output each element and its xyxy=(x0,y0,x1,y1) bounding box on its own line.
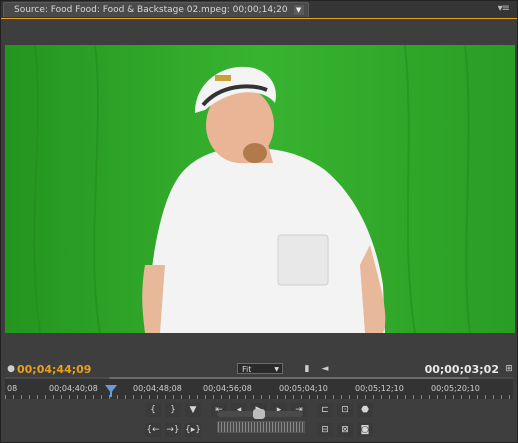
goto-out-point-button[interactable]: →} xyxy=(165,423,181,437)
marker-dot-icon: ● xyxy=(7,364,15,374)
video-viewer xyxy=(5,45,515,333)
duration-timecode: 00;00;03;02 xyxy=(424,363,499,376)
tab-source[interactable]: Source: Food Food: Food & Backstage 02.m… xyxy=(3,2,309,17)
shuttle-slider[interactable] xyxy=(217,409,303,419)
chevron-down-icon: ▼ xyxy=(274,366,279,373)
video-frame-image xyxy=(5,45,515,333)
panel-tab-bar: Source: Food Food: Food & Backstage 02.m… xyxy=(1,1,517,19)
settings-icon[interactable]: ⊞ xyxy=(503,363,515,375)
zoom-select[interactable]: Fit ▼ xyxy=(237,363,283,374)
insert-button[interactable]: ⊏ xyxy=(317,403,333,417)
goto-in-point-button[interactable]: {← xyxy=(145,423,161,437)
time-ruler[interactable]: 08 00;04;40;08 00;04;48;08 00;04;56;08 0… xyxy=(5,379,513,399)
camera-icon[interactable]: ◙ xyxy=(357,423,373,437)
play-in-to-out-button[interactable]: {▸} xyxy=(185,423,201,437)
panel-menu-icon[interactable]: ▾≡ xyxy=(498,3,510,14)
playhead[interactable] xyxy=(105,385,117,397)
ruler-label: 00;04;56;08 xyxy=(203,384,252,393)
ruler-label: 00;05;20;10 xyxy=(431,384,480,393)
extract-button[interactable]: ⊠ xyxy=(337,423,353,437)
ruler-labels: 08 00;04;40;08 00;04;48;08 00;04;56;08 0… xyxy=(5,384,513,394)
chevron-down-icon[interactable]: ▼ xyxy=(293,5,304,15)
mark-out-button[interactable]: } xyxy=(165,403,181,417)
ruler-label: 00;04;48;08 xyxy=(133,384,182,393)
timecode-row: ● 00;04;44;09 Fit ▼ ▮ ◄ 00;00;03;02 ⊞ xyxy=(1,359,517,379)
film-icon[interactable]: ▮ xyxy=(301,363,313,375)
mark-in-button[interactable]: { xyxy=(145,403,161,417)
overlay-button[interactable]: ⊡ xyxy=(337,403,353,417)
source-monitor-panel: Source: Food Food: Food & Backstage 02.m… xyxy=(0,0,518,443)
audio-icon[interactable]: ◄ xyxy=(319,363,331,375)
export-frame-button[interactable]: ⬣ xyxy=(357,403,373,417)
ruler-label: 00;04;40;08 xyxy=(49,384,98,393)
current-timecode[interactable]: 00;04;44;09 xyxy=(17,363,91,376)
ruler-label: 00;05;12;10 xyxy=(355,384,404,393)
lift-button[interactable]: ⊟ xyxy=(317,423,333,437)
ruler-label: 08 xyxy=(7,384,18,393)
jog-wheel[interactable] xyxy=(217,421,305,433)
transport-controls: { } ▼ ⇤ ◂ ▶ ▸ ⇥ ⊏ ⊡ ⬣ {← →} {▸} ⊟ ⊠ ◙ xyxy=(141,399,381,441)
set-marker-button[interactable]: ▼ xyxy=(185,403,201,417)
ruler-label: 00;05;04;10 xyxy=(279,384,328,393)
zoom-select-value: Fit xyxy=(242,365,252,374)
shuttle-knob[interactable] xyxy=(253,409,265,419)
tab-source-label: Source: Food Food: Food & Backstage 02.m… xyxy=(14,5,288,15)
